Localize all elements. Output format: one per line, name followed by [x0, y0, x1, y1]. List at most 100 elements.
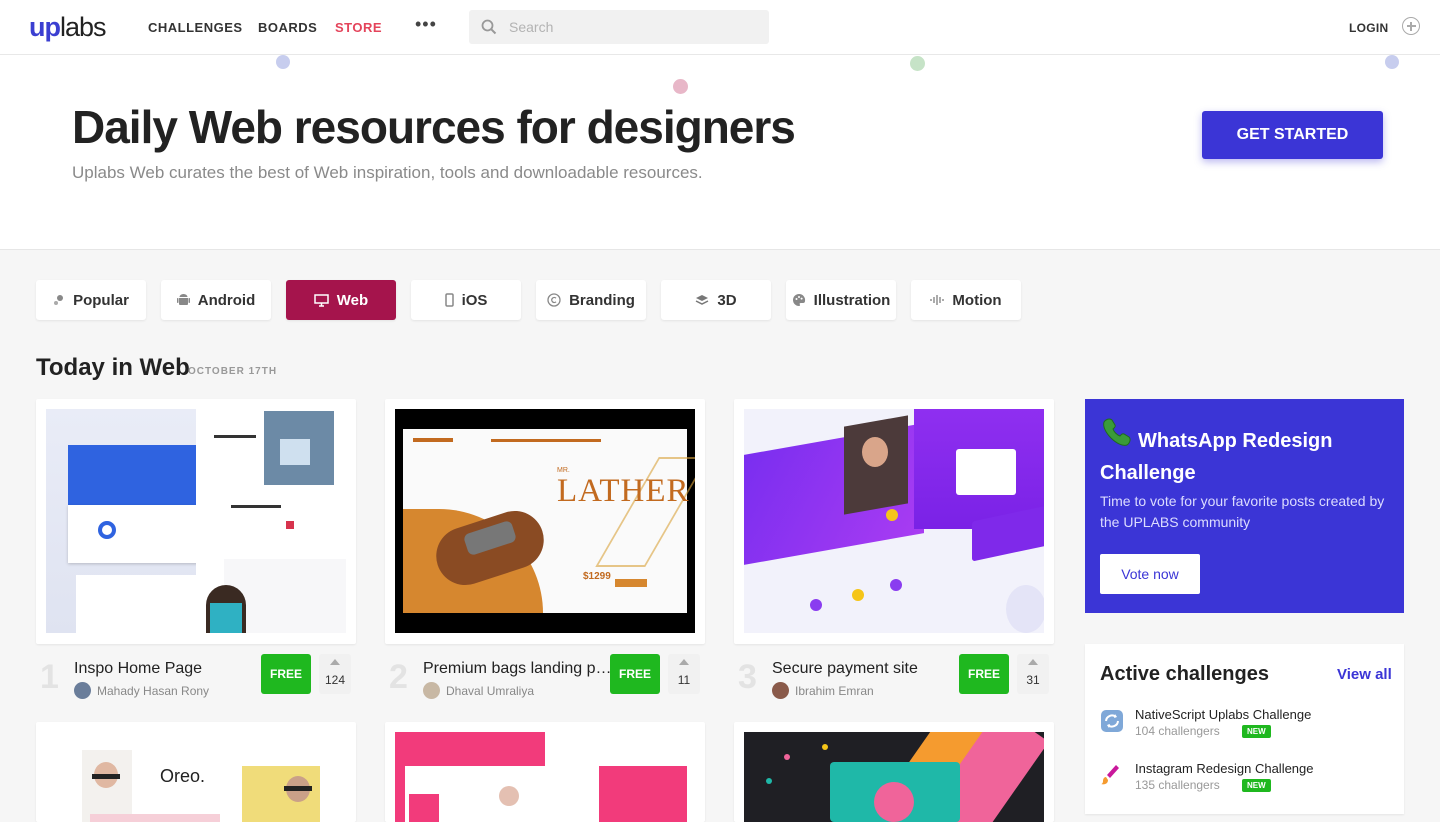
avatar: [423, 682, 440, 699]
waveform-icon: [930, 295, 945, 305]
free-badge-button[interactable]: FREE: [610, 654, 660, 694]
post-thumbnail[interactable]: [395, 732, 695, 822]
tab-label: Motion: [952, 291, 1002, 309]
post-meta: 1 Inspo Home Page Mahady Hasan Rony FREE…: [36, 654, 356, 714]
author-name: Dhaval Umraliya: [446, 683, 535, 698]
hero-subtitle: Uplabs Web curates the best of Web inspi…: [72, 163, 703, 182]
decor-dot: [1385, 55, 1399, 69]
post-thumbnail[interactable]: [46, 409, 346, 633]
upvote-button[interactable]: 31: [1017, 654, 1049, 694]
promo-description: Time to vote for your favorite posts cre…: [1100, 493, 1385, 530]
hero-title: Daily Web resources for designers: [72, 101, 796, 153]
section-title: Today in Web: [36, 354, 190, 381]
monitor-icon: [314, 293, 329, 307]
post-card[interactable]: [36, 399, 356, 644]
post-title[interactable]: Inspo Home Page: [74, 660, 264, 678]
new-badge: NEW: [1242, 725, 1271, 738]
post-thumbnail[interactable]: MR. LATHER $1299: [395, 409, 695, 633]
challenger-count: 104 challengers: [1135, 724, 1220, 738]
post-rank: 2: [389, 658, 408, 696]
more-menu-icon[interactable]: •••: [415, 14, 437, 35]
vote-count: 31: [1026, 673, 1040, 687]
post-card[interactable]: [385, 722, 705, 822]
tab-label: Android: [197, 291, 256, 309]
thumb-text-price: $1299: [583, 571, 611, 582]
upvote-arrow-icon: [330, 659, 340, 665]
top-navbar: UPlabs CHALLENGES BOARDS STORE ••• LOGIN: [0, 0, 1440, 55]
tab-label: 3D: [717, 291, 737, 309]
challenge-item[interactable]: NativeScript Uplabs Challenge 104 challe…: [1100, 707, 1390, 751]
post-author[interactable]: Ibrahim Emran: [772, 682, 874, 699]
new-badge: NEW: [1242, 779, 1271, 792]
tab-branding[interactable]: Branding: [536, 280, 646, 320]
tab-popular[interactable]: Popular: [36, 280, 146, 320]
tab-label: Branding: [569, 291, 635, 309]
tab-web[interactable]: Web: [286, 280, 396, 320]
instagram-brush-icon: [1101, 765, 1119, 785]
upvote-button[interactable]: 11: [668, 654, 700, 694]
challenge-item[interactable]: Instagram Redesign Challenge 135 challen…: [1100, 761, 1390, 805]
post-rank: 3: [738, 658, 757, 696]
decor-dot: [673, 79, 688, 94]
author-name: Mahady Hasan Rony: [97, 683, 210, 698]
tab-illustration[interactable]: Illustration: [786, 280, 896, 320]
get-started-button[interactable]: GET STARTED: [1202, 111, 1383, 159]
post-card[interactable]: Oreo.: [36, 722, 356, 822]
avatar: [772, 682, 789, 699]
avatar: [74, 682, 91, 699]
layers-icon: [696, 294, 709, 305]
decor-dot: [910, 56, 925, 71]
tab-ios[interactable]: iOS: [411, 280, 521, 320]
copyright-icon: [547, 293, 561, 307]
thumb-text-lather: LATHER: [557, 473, 690, 509]
android-icon: [176, 294, 190, 305]
challenger-count: 135 challengers: [1135, 778, 1220, 792]
free-badge-button[interactable]: FREE: [959, 654, 1009, 694]
promo-title: WhatsApp Redesign Challenge: [1100, 417, 1395, 489]
upvote-arrow-icon: [1028, 659, 1038, 665]
hero-banner: Daily Web resources for designers Uplabs…: [0, 55, 1440, 250]
search-box[interactable]: [469, 10, 769, 44]
tab-label: Web: [336, 291, 369, 309]
vote-count: 11: [677, 673, 691, 687]
challenge-name: NativeScript Uplabs Challenge: [1135, 707, 1312, 722]
nav-boards[interactable]: BOARDS: [258, 20, 317, 35]
phone-icon: [444, 293, 454, 307]
phone-receiver-icon: [1100, 417, 1138, 457]
tab-3d[interactable]: 3D: [661, 280, 771, 320]
post-title[interactable]: Secure payment site: [772, 660, 962, 678]
active-challenges-panel: Active challenges View all NativeScript …: [1085, 644, 1404, 814]
view-all-link[interactable]: View all: [1337, 666, 1392, 683]
vote-now-button[interactable]: Vote now: [1100, 554, 1200, 594]
post-title[interactable]: Premium bags landing page: [423, 660, 613, 678]
decor-dot: [276, 55, 290, 69]
upvote-arrow-icon: [679, 659, 689, 665]
post-card[interactable]: MR. LATHER $1299: [385, 399, 705, 644]
tab-android[interactable]: Android: [161, 280, 271, 320]
login-link[interactable]: LOGIN: [1349, 21, 1389, 35]
post-thumbnail[interactable]: Oreo.: [46, 732, 346, 822]
upvote-button[interactable]: 124: [319, 654, 351, 694]
tab-label: Popular: [73, 291, 129, 309]
challenge-name: Instagram Redesign Challenge: [1135, 761, 1314, 776]
tab-label: iOS: [461, 291, 488, 309]
free-badge-button[interactable]: FREE: [261, 654, 311, 694]
tab-motion[interactable]: Motion: [911, 280, 1021, 320]
post-rank: 1: [40, 658, 59, 696]
post-author[interactable]: Dhaval Umraliya: [423, 682, 534, 699]
nativescript-logo-icon: [1101, 710, 1123, 732]
post-thumbnail[interactable]: [744, 732, 1044, 822]
nav-challenges[interactable]: CHALLENGES: [148, 20, 243, 35]
post-meta: 2 Premium bags landing page Dhaval Umral…: [385, 654, 705, 714]
add-plus-icon[interactable]: [1402, 17, 1420, 35]
active-challenges-title: Active challenges: [1100, 663, 1269, 685]
tab-label: Illustration: [813, 291, 891, 309]
search-icon: [481, 19, 497, 35]
nav-store[interactable]: STORE: [335, 20, 382, 35]
post-card[interactable]: [734, 399, 1054, 644]
post-card[interactable]: [734, 722, 1054, 822]
uplabs-logo[interactable]: UPlabs: [29, 12, 107, 43]
post-author[interactable]: Mahady Hasan Rony: [74, 682, 209, 699]
post-thumbnail[interactable]: [744, 409, 1044, 633]
search-input[interactable]: [509, 10, 759, 44]
